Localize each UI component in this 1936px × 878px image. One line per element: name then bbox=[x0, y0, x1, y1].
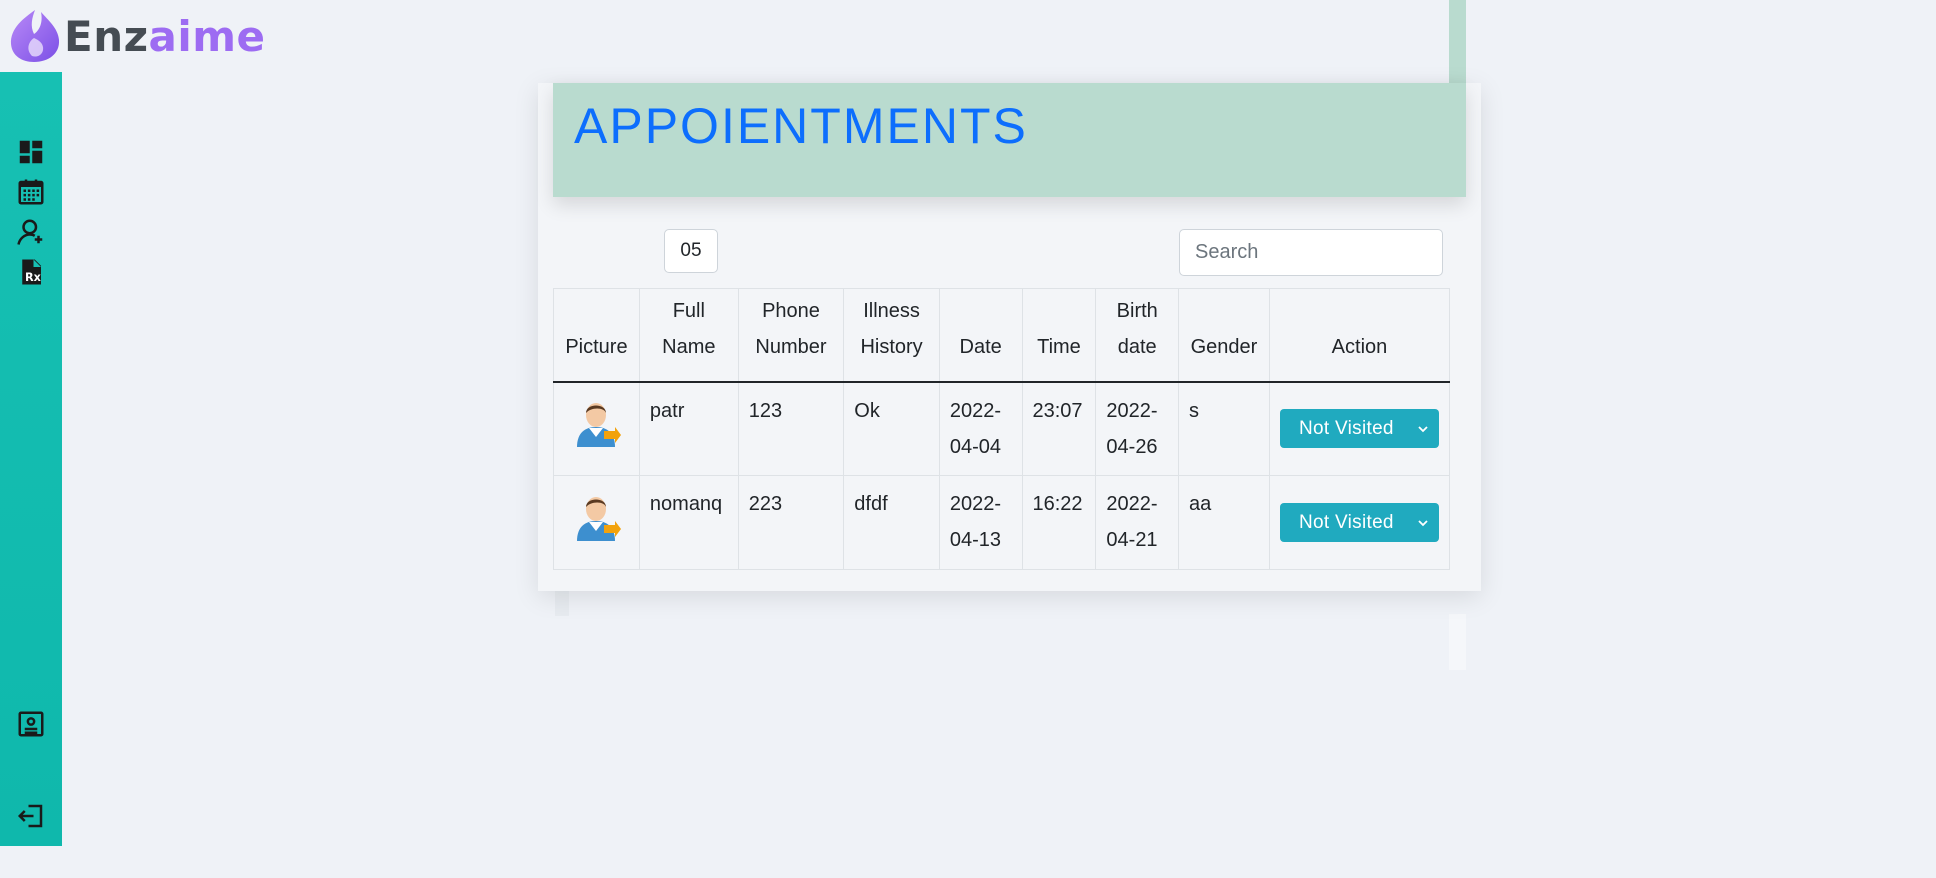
card-header: APPOIENTMENTS bbox=[553, 83, 1466, 197]
patient-avatar-icon bbox=[577, 496, 622, 541]
birth-date-cell: 2022- 04-26 bbox=[1095, 381, 1180, 476]
brand-logo[interactable]: Enzaime bbox=[8, 8, 266, 64]
appointments-card: APPOIENTMENTS 05 Picture FullName PhoneN… bbox=[538, 83, 1481, 591]
logout-icon bbox=[17, 804, 43, 828]
calendar-icon bbox=[18, 179, 44, 205]
time-cell: 23:07 bbox=[1021, 381, 1097, 476]
col-header-birth-date[interactable]: Birth date bbox=[1095, 288, 1180, 383]
chevron-down-icon bbox=[1418, 426, 1428, 433]
contact-card-icon bbox=[18, 711, 44, 737]
illness-cell: Ok bbox=[843, 381, 940, 476]
sidebar-item-patients[interactable] bbox=[15, 216, 47, 248]
action-cell: Not Visited bbox=[1268, 475, 1451, 570]
phone-cell: 223 bbox=[737, 475, 845, 570]
col-header-picture[interactable]: Picture bbox=[553, 288, 640, 383]
prescription-icon: Rx bbox=[22, 259, 42, 285]
visit-status-dropdown[interactable]: Not Visited bbox=[1279, 409, 1439, 449]
col-header-action[interactable]: Action bbox=[1268, 288, 1451, 383]
col-header-date[interactable]: Date bbox=[938, 288, 1023, 383]
action-cell: Not Visited bbox=[1268, 381, 1451, 476]
col-header-phone[interactable]: Phone Number bbox=[737, 288, 845, 383]
chevron-down-icon bbox=[1418, 519, 1428, 526]
sidebar-item-appointments[interactable] bbox=[15, 176, 47, 208]
patient-avatar-icon bbox=[577, 402, 622, 447]
gender-cell: s bbox=[1178, 381, 1270, 476]
page-title: APPOIENTMENTS bbox=[574, 98, 1028, 154]
logo-flame-icon bbox=[10, 10, 60, 62]
sidebar-item-dashboard[interactable] bbox=[15, 136, 47, 168]
visit-status-label: Not Visited bbox=[1298, 511, 1394, 533]
entries-per-page-select[interactable]: 05 bbox=[664, 229, 718, 273]
picture-cell bbox=[553, 381, 640, 476]
decor-bar-top bbox=[1449, 0, 1466, 88]
table-row: patr 123 Ok 2022- 04-04 23:07 2022- 04-26 … bbox=[553, 381, 1451, 476]
col-header-time[interactable]: Time bbox=[1021, 288, 1097, 383]
col-header-gender[interactable]: Gender bbox=[1178, 288, 1270, 383]
visit-status-label: Not Visited bbox=[1298, 417, 1394, 439]
table-header-row: Picture Full Name Phone Number Illness Hist… bbox=[553, 288, 1451, 383]
visit-status-dropdown[interactable]: Not Visited bbox=[1279, 503, 1439, 542]
illness-cell: dfdf bbox=[843, 475, 940, 570]
brand-name: Enzaime bbox=[64, 11, 266, 61]
add-user-icon bbox=[17, 219, 43, 245]
picture-cell bbox=[553, 475, 640, 570]
full-name-cell: nomanq bbox=[638, 475, 739, 570]
sidebar: Rx bbox=[0, 72, 62, 846]
table-row: nomanq 223 dfdf 2022- 04-13 16:22 2022- 04… bbox=[553, 475, 1451, 570]
date-cell: 2022- 04-04 bbox=[938, 381, 1023, 476]
sidebar-item-prescriptions[interactable]: Rx bbox=[15, 256, 47, 288]
time-cell: 16:22 bbox=[1021, 475, 1097, 570]
appointments-table: Picture Full Name Phone Number Illness Hist… bbox=[553, 288, 1451, 570]
full-name-cell: patr bbox=[638, 381, 739, 476]
date-cell: 2022- 04-13 bbox=[938, 475, 1023, 570]
sidebar-item-profile[interactable] bbox=[15, 708, 47, 740]
gender-cell: aa bbox=[1178, 475, 1270, 570]
sidebar-item-logout[interactable] bbox=[15, 800, 47, 832]
svg-text:Rx: Rx bbox=[25, 271, 42, 284]
search-input[interactable] bbox=[1179, 229, 1443, 276]
birth-date-cell: 2022- 04-21 bbox=[1095, 475, 1180, 570]
col-header-illness[interactable]: Illness History bbox=[843, 288, 940, 383]
dashboard-icon bbox=[19, 140, 43, 164]
decor-bar-bottom bbox=[1449, 614, 1466, 670]
phone-cell: 123 bbox=[737, 381, 845, 476]
col-header-full-name[interactable]: Full Name bbox=[638, 288, 739, 383]
